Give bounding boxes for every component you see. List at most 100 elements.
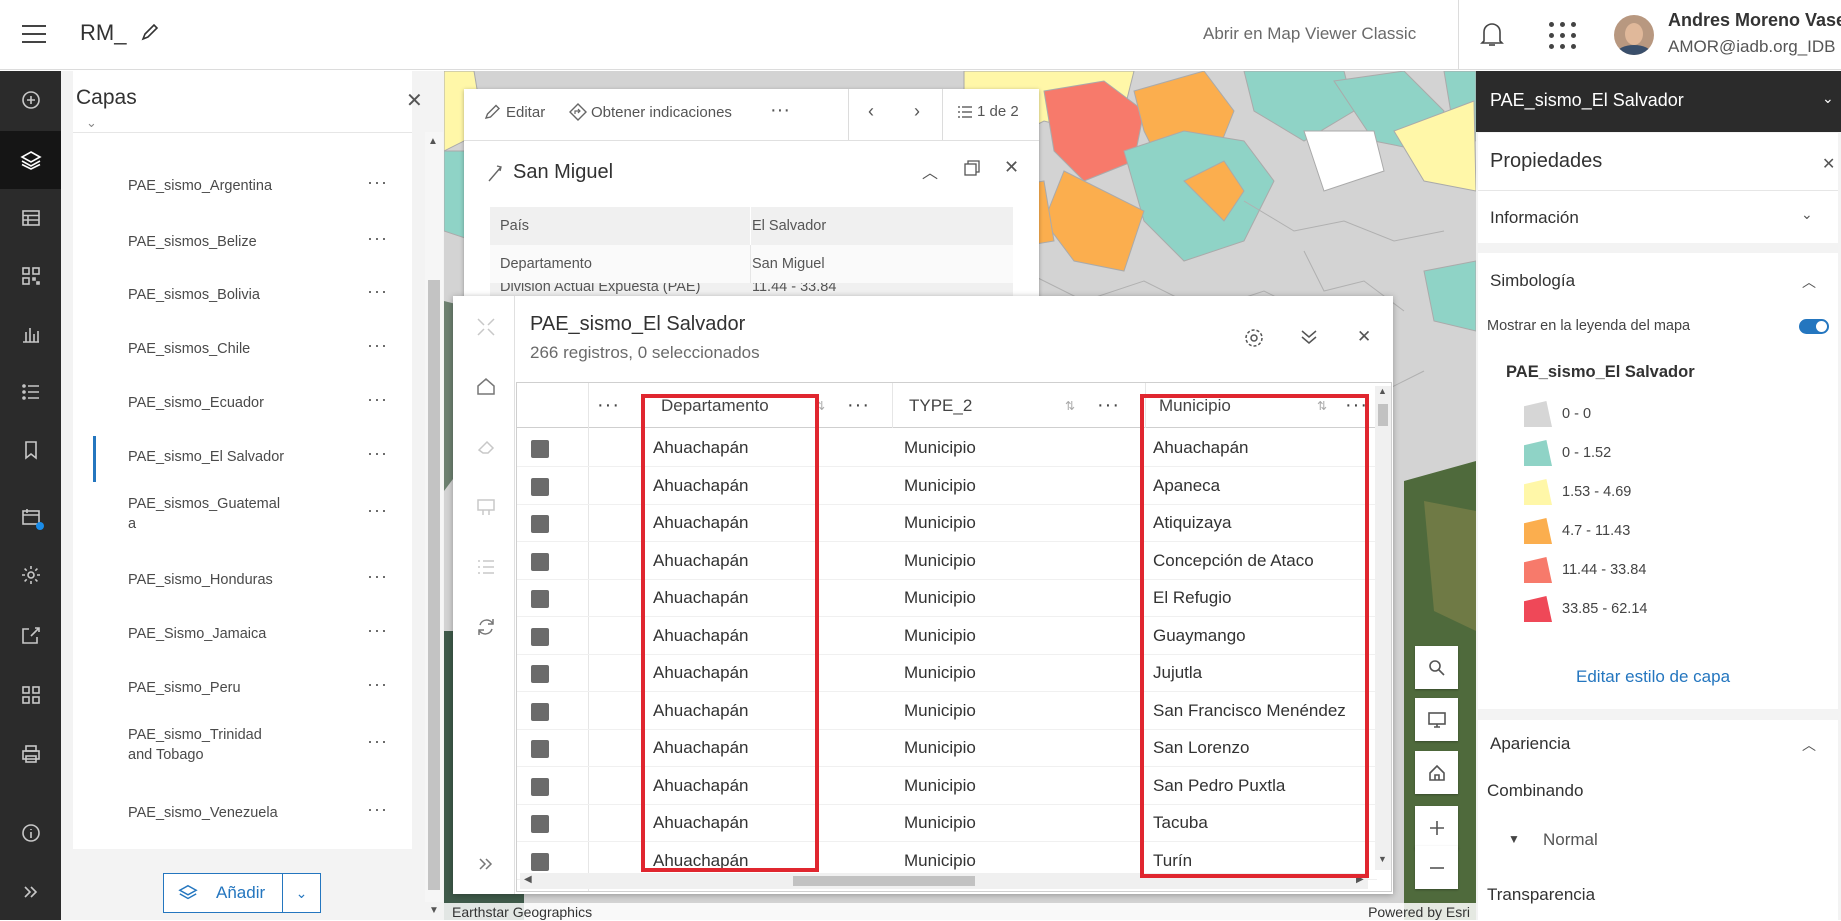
scroll-down-arrow-icon[interactable]: ▼	[429, 905, 439, 916]
more-options-icon[interactable]: ···	[597, 383, 620, 428]
info-icon[interactable]	[0, 804, 61, 862]
edit-title-icon[interactable]	[140, 22, 160, 48]
notifications-icon[interactable]	[1479, 20, 1505, 48]
chevron-down-icon[interactable]: ⌄	[1801, 206, 1813, 223]
layer-options-icon[interactable]: ···	[367, 389, 388, 410]
layer-options-icon[interactable]: ···	[367, 620, 388, 641]
screen-icon[interactable]	[1415, 698, 1458, 741]
layer-options-icon[interactable]: ···	[367, 228, 388, 249]
row-select-checkbox[interactable]	[531, 515, 549, 533]
chevron-down-icon[interactable]: ⌄	[86, 120, 97, 132]
row-select-checkbox[interactable]	[531, 665, 549, 683]
layers-icon[interactable]	[0, 131, 61, 189]
row-select-checkbox[interactable]	[531, 815, 549, 833]
edit-button[interactable]: Editar	[484, 103, 545, 121]
row-select-checkbox[interactable]	[531, 477, 549, 496]
next-feature-icon[interactable]: ›	[914, 101, 920, 122]
row-select-checkbox[interactable]	[531, 552, 549, 571]
row-select-checkbox[interactable]	[531, 440, 549, 458]
chevron-up-icon[interactable]: ︿	[1802, 735, 1816, 755]
more-options-icon[interactable]: ···	[1097, 383, 1120, 428]
close-icon[interactable]: ✕	[406, 88, 423, 113]
apps-grid-icon[interactable]	[0, 666, 61, 724]
map-title[interactable]: RM_	[80, 20, 126, 46]
scroll-left-arrow-icon[interactable]: ◀	[524, 874, 532, 885]
row-select-checkbox[interactable]	[531, 777, 549, 796]
table-settings-icon[interactable]	[1243, 327, 1265, 354]
collapse-arrows-icon[interactable]	[471, 312, 501, 342]
close-icon[interactable]: ✕	[1822, 154, 1835, 174]
minimize-table-icon[interactable]	[1298, 326, 1320, 353]
zoom-in-icon[interactable]	[1415, 806, 1458, 849]
search-icon[interactable]	[1415, 646, 1458, 689]
row-select-checkbox[interactable]	[531, 590, 549, 608]
layer-options-icon[interactable]: ···	[367, 566, 388, 587]
zoom-to-selection-icon[interactable]	[471, 492, 501, 522]
add-layer-dropdown-button[interactable]: ⌄	[282, 873, 321, 913]
row-select-checkbox[interactable]	[531, 627, 549, 646]
home-icon[interactable]	[1415, 751, 1458, 794]
open-classic-link[interactable]: Abrir en Map Viewer Classic	[1203, 24, 1416, 44]
avatar[interactable]	[1614, 15, 1654, 55]
powered-by[interactable]: Powered by Esri	[1368, 904, 1470, 920]
refresh-icon[interactable]	[471, 612, 501, 642]
row-select-checkbox[interactable]	[531, 740, 549, 758]
bookmark-icon[interactable]	[0, 421, 61, 479]
chevron-up-icon[interactable]: ︿	[1802, 272, 1816, 292]
previous-feature-icon[interactable]: ‹	[868, 101, 874, 122]
settings-icon[interactable]	[0, 546, 61, 604]
scrollbar-thumb[interactable]	[1378, 404, 1388, 426]
qr-icon[interactable]	[0, 247, 61, 305]
sort-icon[interactable]: ⇅	[1065, 383, 1075, 428]
add-icon[interactable]	[0, 71, 61, 129]
show-selected-icon[interactable]	[471, 552, 501, 582]
map-properties-icon[interactable]	[0, 488, 61, 546]
expand-icon[interactable]	[471, 849, 501, 879]
scrollbar-thumb[interactable]	[793, 876, 975, 886]
close-icon[interactable]: ✕	[1357, 327, 1371, 347]
close-icon[interactable]: ✕	[1004, 157, 1019, 178]
more-options-icon[interactable]: ···	[847, 383, 870, 428]
layers-scrollbar-thumb[interactable]	[428, 280, 440, 890]
row-select-checkbox[interactable]	[531, 852, 549, 871]
layer-options-icon[interactable]: ···	[367, 335, 388, 356]
blending-select[interactable]: Normal	[1543, 830, 1598, 850]
caret-down-icon[interactable]: ▼	[1508, 832, 1520, 846]
table-icon[interactable]	[0, 189, 61, 247]
expand-toolbar-icon[interactable]	[0, 863, 61, 921]
app-launcher-icon[interactable]	[1549, 22, 1577, 50]
dock-icon[interactable]	[963, 159, 981, 182]
clear-selection-icon[interactable]	[471, 432, 501, 462]
menu-icon[interactable]	[22, 25, 46, 43]
row-select-checkbox[interactable]	[531, 702, 549, 721]
more-options-icon[interactable]: ···	[770, 99, 790, 122]
layer-options-icon[interactable]: ···	[367, 674, 388, 695]
layer-options-icon[interactable]: ···	[367, 172, 388, 193]
edit-layer-style-link[interactable]: Editar estilo de capa	[1576, 667, 1730, 687]
panel-layer-header[interactable]: PAE_sismo_El Salvador	[1476, 71, 1841, 132]
column-header-type2[interactable]: TYPE_2	[909, 383, 972, 428]
zoom-out-icon[interactable]	[1415, 846, 1458, 889]
show-legend-toggle[interactable]	[1799, 319, 1829, 334]
table-vertical-scrollbar[interactable]: ▼ ▲	[1375, 386, 1391, 870]
chevron-down-icon[interactable]: ⌄	[1822, 90, 1834, 107]
legend-list-icon[interactable]	[0, 363, 61, 421]
section-symbology[interactable]: Simbología	[1490, 271, 1575, 291]
layer-options-icon[interactable]: ···	[367, 799, 388, 820]
section-appearance[interactable]: Apariencia	[1490, 734, 1570, 754]
directions-button[interactable]: Obtener indicaciones	[569, 103, 732, 121]
print-icon[interactable]	[0, 725, 61, 783]
user-name[interactable]: Andres Moreno Vase	[1668, 10, 1841, 31]
scroll-up-arrow-icon[interactable]: ▲	[428, 136, 438, 147]
home-icon[interactable]	[471, 371, 501, 401]
chart-icon[interactable]	[0, 305, 61, 363]
layer-options-icon[interactable]: ···	[367, 731, 388, 752]
layer-options-icon[interactable]: ···	[367, 281, 388, 302]
share-icon[interactable]	[0, 606, 61, 664]
scroll-down-arrow-icon[interactable]: ▼	[1378, 854, 1387, 864]
collapse-icon[interactable]: ︿	[922, 159, 938, 183]
section-information[interactable]: Información	[1490, 208, 1579, 228]
layer-options-icon[interactable]: ···	[367, 443, 388, 464]
scroll-up-arrow-icon[interactable]: ▲	[1378, 386, 1387, 396]
feature-list-button[interactable]: 1 de 2	[957, 103, 1019, 120]
